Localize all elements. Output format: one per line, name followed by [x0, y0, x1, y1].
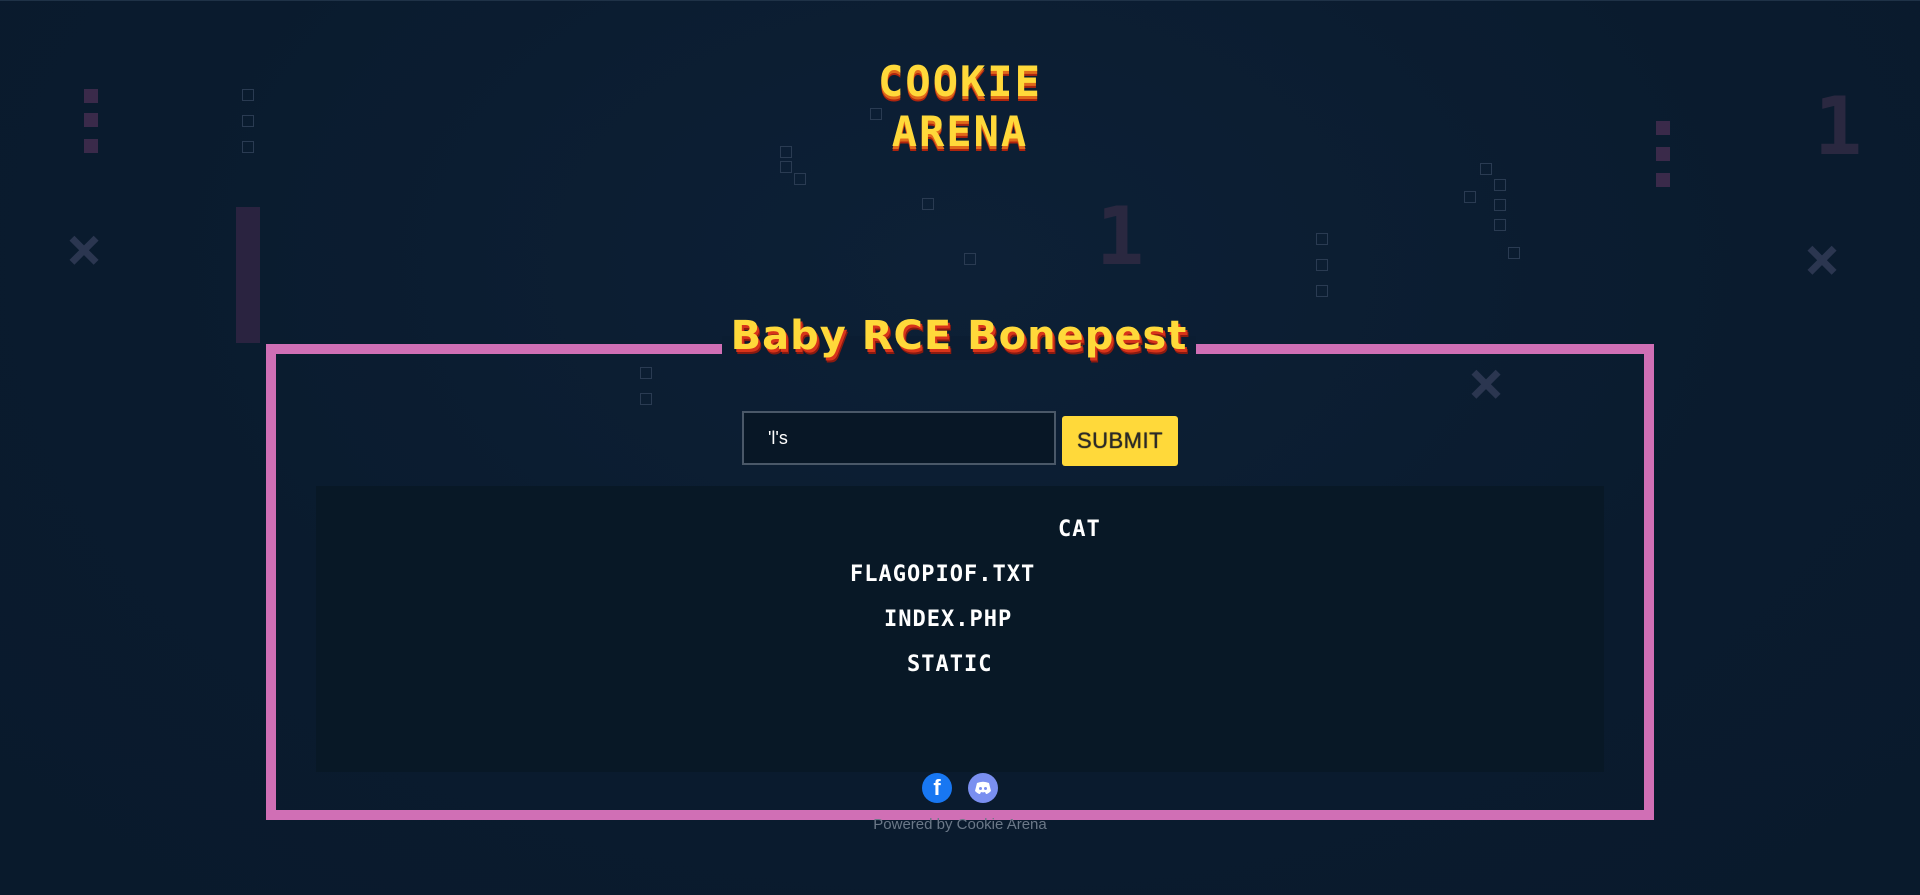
deco-square: [780, 146, 792, 158]
deco-square: [1480, 163, 1492, 175]
page: × 1 × 1 × COOKIE ARENA Baby RCE Bonepest…: [0, 0, 1920, 895]
deco-square: [794, 173, 806, 185]
cookie-arena-logo: COOKIE ARENA: [860, 57, 1060, 157]
deco-square: [84, 89, 98, 103]
deco-one: 1: [1096, 190, 1145, 283]
deco-square: [964, 253, 976, 265]
output-line: INDEX.PHP: [884, 607, 1013, 632]
output-line: FLAGOPIOF.TXT: [850, 562, 1036, 587]
deco-square: [1494, 179, 1506, 191]
deco-x: ×: [1804, 224, 1841, 294]
logo-line-1: COOKIE: [878, 57, 1042, 106]
deco-square: [1656, 147, 1670, 161]
deco-square: [1464, 191, 1476, 203]
discord-icon[interactable]: [968, 773, 998, 803]
deco-square: [780, 161, 792, 173]
discord-glyph: [975, 781, 991, 794]
output-line: STATIC: [907, 652, 993, 677]
command-output: CAT FLAGOPIOF.TXT INDEX.PHP STATIC: [316, 486, 1604, 772]
deco-square: [1316, 259, 1328, 271]
logo-line-2: ARENA: [891, 107, 1029, 156]
submit-button[interactable]: SUBMIT: [1062, 416, 1178, 466]
deco-square: [1494, 199, 1506, 211]
deco-square: [84, 139, 98, 153]
deco-square: [922, 198, 934, 210]
deco-one: 1: [1814, 80, 1863, 173]
command-input[interactable]: [742, 411, 1056, 465]
facebook-icon[interactable]: f: [922, 773, 952, 803]
deco-square: [1316, 285, 1328, 297]
challenge-title: Baby RCE Bonepest: [730, 313, 1188, 359]
deco-square: [1656, 173, 1670, 187]
deco-square: [242, 89, 254, 101]
deco-square: [242, 141, 254, 153]
deco-square: [1316, 233, 1328, 245]
deco-square: [1494, 219, 1506, 231]
deco-bar: [236, 207, 260, 343]
deco-square: [1508, 247, 1520, 259]
deco-square: [242, 115, 254, 127]
deco-x: ×: [66, 214, 103, 284]
deco-square: [84, 113, 98, 127]
output-line: CAT: [1058, 517, 1101, 542]
footer-text: Powered by Cookie Arena: [873, 816, 1047, 833]
deco-square: [1656, 121, 1670, 135]
